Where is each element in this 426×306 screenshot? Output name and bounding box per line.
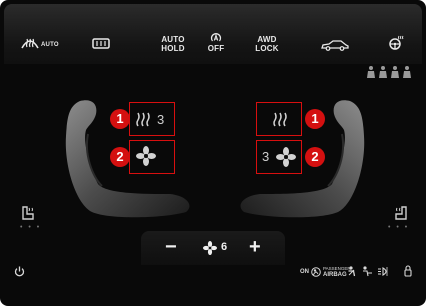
front-defrost-icon (21, 38, 39, 49)
car-mode-button[interactable] (320, 39, 350, 51)
seat-settings-icon (395, 206, 407, 220)
seat-heat-icon (273, 112, 287, 127)
front-defrost-auto-button[interactable]: AUTO (20, 37, 66, 49)
defrost-auto-label: AUTO (41, 42, 59, 48)
left-seat-vent-button[interactable] (136, 146, 166, 168)
seat-settings-icon (22, 206, 34, 220)
passenger-airbag-indicator: ON PASSENGER AIRBAG (300, 266, 351, 278)
lock-icon (404, 265, 412, 277)
right-callout-badge-2: 2 (305, 147, 325, 167)
fan-speed-level: 6 (221, 241, 228, 253)
left-seat-dots: • • • (20, 224, 42, 231)
awd-lock-label-2: LOCK (255, 44, 279, 53)
right-seat-shortcut-button[interactable] (393, 206, 409, 225)
auto-stop-off-label: OFF (207, 44, 225, 53)
car-side-icon (321, 40, 349, 51)
auto-stop-a-icon (210, 33, 222, 42)
seatbelt-indicator-icon (348, 266, 356, 277)
fan-icon (203, 241, 217, 255)
left-callout-badge-1: 1 (110, 109, 130, 129)
left-seat-heat-button[interactable]: 3 (135, 110, 171, 130)
left-seat-shortcut-button[interactable] (20, 206, 36, 225)
steering-heat-button[interactable] (388, 35, 404, 51)
airbag-icon (311, 267, 321, 277)
auto-hold-label-2: HOLD (161, 44, 185, 53)
auto-hold-label-1: AUTO (161, 35, 185, 44)
top-control-bar: AUTO AUTO HOLD OFF AWD LOCK (4, 4, 422, 64)
auto-hold-button[interactable]: AUTO HOLD (156, 35, 190, 53)
seat-vent-fan-icon (136, 146, 156, 166)
auto-stop-off-button[interactable]: OFF (204, 32, 228, 53)
left-callout-badge-2: 2 (110, 147, 130, 167)
airbag-on-label: ON (300, 269, 309, 275)
fan-speed-bar: − 6 + (141, 231, 285, 265)
right-seat-vent-button[interactable]: 3 (260, 146, 300, 168)
passenger-occupancy-icon (363, 266, 372, 277)
power-icon[interactable] (14, 266, 25, 277)
rear-defrost-icon (92, 38, 110, 49)
heated-steering-wheel-icon (389, 35, 404, 50)
climate-seat-screen: AUTO AUTO HOLD OFF AWD LOCK 1 3 2 1 2 3 … (0, 0, 426, 306)
passenger-seat-graphic (240, 100, 365, 218)
left-seat-heat-level: 3 (157, 112, 165, 127)
right-seat-heat-button[interactable] (270, 110, 294, 130)
fan-decrease-button[interactable]: − (165, 236, 177, 259)
awd-lock-label-1: AWD (257, 35, 277, 44)
right-seat-dots: • • • (388, 224, 410, 231)
awd-lock-button[interactable]: AWD LOCK (252, 35, 282, 53)
rear-defrost-button[interactable] (92, 38, 110, 50)
seat-vent-fan-icon (276, 147, 296, 167)
rear-seat-row-icon (367, 66, 411, 78)
seat-heat-icon (136, 112, 150, 127)
right-callout-badge-1: 1 (305, 109, 325, 129)
right-seat-vent-level: 3 (262, 149, 270, 164)
fog-light-icon (378, 267, 388, 276)
fan-increase-button[interactable]: + (249, 236, 261, 259)
